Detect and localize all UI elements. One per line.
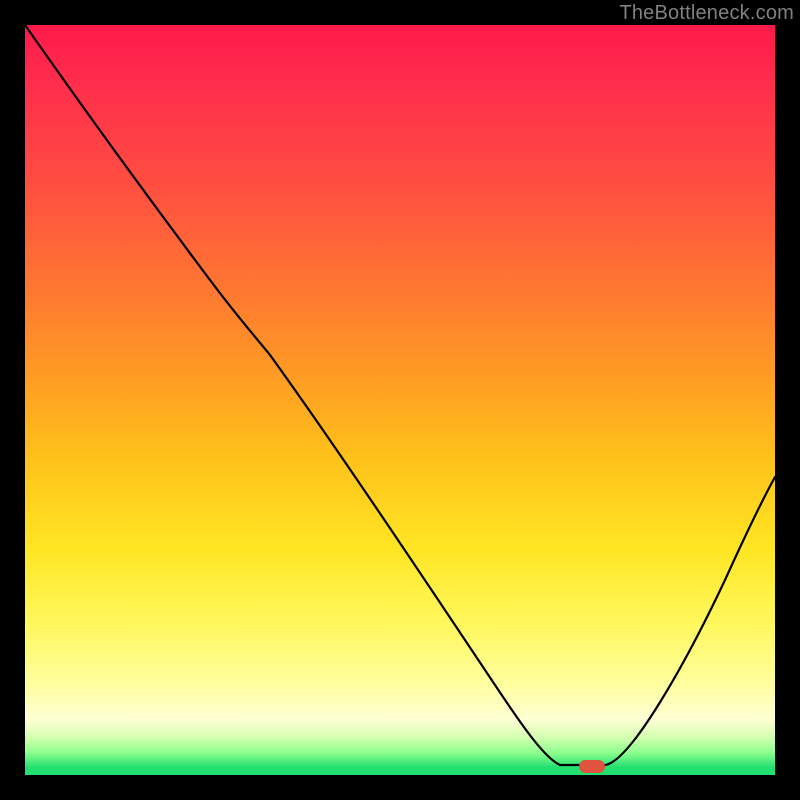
chart-overlay xyxy=(25,25,775,775)
optimal-marker xyxy=(579,760,605,773)
bottleneck-curve xyxy=(25,25,775,765)
chart-container: TheBottleneck.com xyxy=(0,0,800,800)
watermark-text: TheBottleneck.com xyxy=(619,2,794,25)
